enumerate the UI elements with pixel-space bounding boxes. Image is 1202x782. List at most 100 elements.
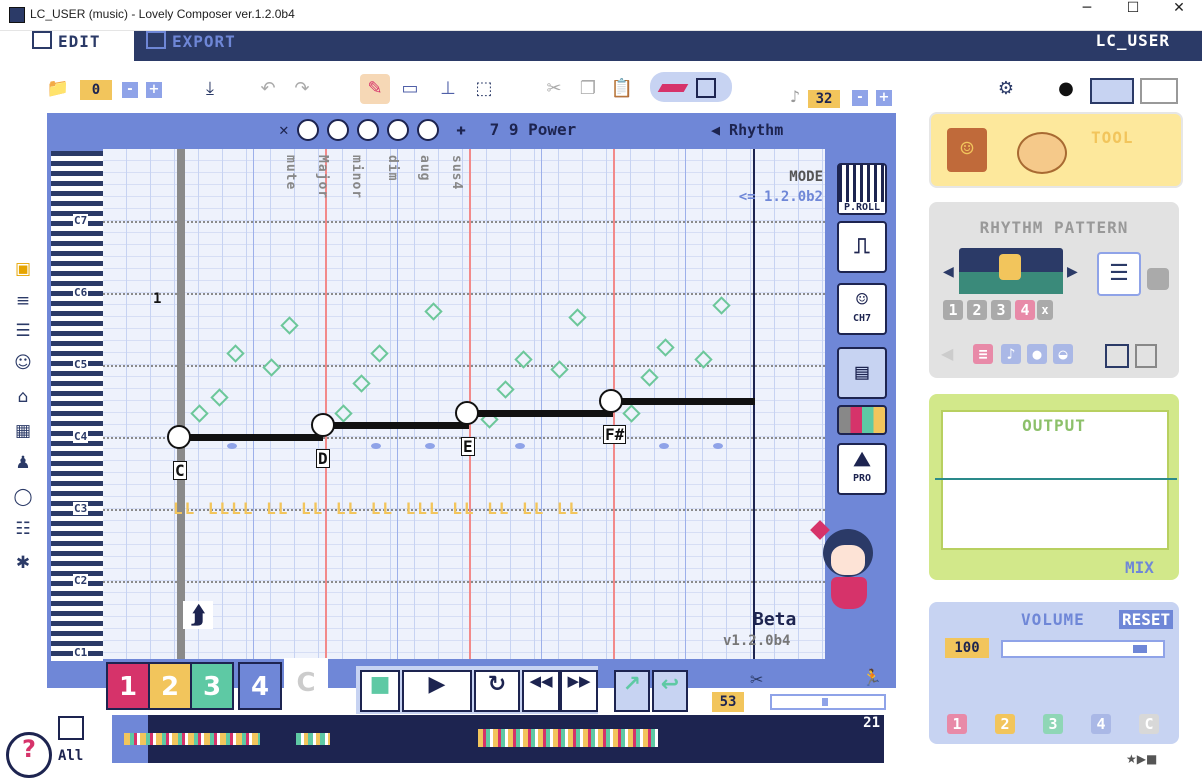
cut-icon[interactable]: ✂ — [542, 78, 566, 100]
pattern-number[interactable]: 2 — [967, 300, 987, 320]
note-bar[interactable] — [183, 434, 323, 441]
track-3-tab[interactable]: 3 — [190, 662, 234, 710]
color-button[interactable] — [837, 405, 887, 435]
sound-mode-4[interactable]: ◒ — [1053, 344, 1073, 364]
list-icon[interactable]: ≡ — [12, 290, 34, 312]
loop-button[interactable]: ↻ — [474, 670, 520, 712]
track-1-tab[interactable]: 1 — [106, 662, 150, 710]
loop-left-button[interactable]: ↗ — [614, 670, 650, 712]
channel-1[interactable]: 1 — [947, 714, 967, 734]
copy-icon[interactable]: ❐ — [576, 78, 600, 100]
volume-slider-thumb[interactable] — [1133, 645, 1147, 653]
note-add-button[interactable]: ⎍ — [837, 221, 887, 273]
list-bold-icon[interactable]: ☰ — [12, 320, 34, 342]
major-face-icon[interactable] — [296, 119, 319, 141]
loop-right-button[interactable]: ↩ — [652, 670, 688, 712]
song-minus-button[interactable]: - — [122, 82, 138, 98]
piano-roll-button[interactable]: P.ROLL — [837, 163, 887, 215]
pro-button[interactable]: ⛰ PRO — [837, 443, 887, 495]
settings-icon[interactable]: ⚙ — [994, 78, 1018, 100]
dim-face-icon[interactable] — [356, 119, 379, 141]
track-2-tab[interactable]: 2 — [148, 662, 192, 710]
fast-forward-button[interactable]: ▶▶ — [560, 670, 598, 712]
song-plus-button[interactable]: + — [146, 82, 162, 98]
note-bar[interactable] — [473, 410, 613, 417]
speaker-icon[interactable]: ◀ — [941, 344, 953, 363]
channel-2[interactable]: 2 — [995, 714, 1015, 734]
pattern-list-button[interactable]: ☰ — [1097, 252, 1141, 296]
pattern-delete-icon[interactable] — [1147, 268, 1169, 290]
undo-icon[interactable]: ↶ — [256, 78, 280, 100]
note-bar[interactable] — [617, 398, 755, 405]
channel-c[interactable]: C — [1139, 714, 1159, 734]
song-timeline[interactable]: 21 — [112, 715, 884, 763]
maximize-button[interactable]: ☐ — [1110, 0, 1156, 30]
tool-icon-2[interactable]: ▭ — [398, 78, 422, 100]
hat-icon[interactable]: ⌂ — [12, 386, 34, 408]
chord-face-icon[interactable] — [599, 389, 623, 413]
circle-icon[interactable]: ◯ — [12, 486, 34, 508]
folder-icon[interactable]: 📁 — [46, 78, 70, 100]
mute-x-icon[interactable]: ✕ — [279, 120, 289, 139]
star-list-icon[interactable]: ✱ — [12, 552, 34, 574]
numbered-list-icon[interactable]: ☷ — [12, 518, 34, 540]
book-face-icon[interactable]: ☺ — [947, 128, 987, 172]
chord-face-icon[interactable] — [455, 401, 479, 425]
bomb-icon[interactable]: ● — [1054, 78, 1078, 100]
download-icon[interactable]: ⤓ — [198, 78, 222, 100]
figure-icon[interactable]: ♟ — [12, 452, 34, 474]
tab-edit[interactable]: EDIT — [22, 31, 134, 61]
minimize-button[interactable]: ─ — [1064, 0, 1110, 30]
tool-icon-3[interactable]: ⊥ — [436, 78, 460, 100]
view-icon-1[interactable] — [1090, 78, 1134, 104]
prev-pattern-icon[interactable]: ◀ — [943, 264, 954, 280]
pencil-tool-button[interactable]: ✎ — [360, 74, 390, 104]
redo-icon[interactable]: ↷ — [290, 78, 314, 100]
sus-face-icon[interactable] — [416, 119, 439, 141]
rhythm-toggle[interactable]: ◀ Rhythm — [711, 121, 783, 139]
pattern-number[interactable]: 3 — [991, 300, 1011, 320]
note-bar[interactable] — [329, 422, 469, 429]
pattern-number[interactable]: 4 — [1015, 300, 1035, 320]
minor-face-icon[interactable] — [326, 119, 349, 141]
smile-icon[interactable]: ☺ — [12, 352, 34, 374]
paste-icon[interactable]: 📋 — [610, 78, 634, 100]
track-4-tab[interactable]: 4 — [238, 662, 282, 710]
length-minus-button[interactable]: - — [852, 90, 868, 106]
track-c-tab[interactable]: C — [284, 658, 328, 706]
mix-label[interactable]: MIX — [1125, 558, 1154, 577]
reset-button[interactable]: RESET — [1119, 610, 1174, 629]
sound-mode-3[interactable]: ● — [1027, 344, 1047, 364]
note-grid[interactable]: C7 C6 C5 C4 C3 C2 C1 mute Major minor di… — [73, 149, 825, 659]
help-button[interactable]: ? — [6, 732, 52, 778]
copy-pattern-button[interactable] — [1105, 344, 1129, 368]
next-pattern-icon[interactable]: ▶ — [1067, 264, 1078, 280]
close-button[interactable]: ✕ — [1156, 0, 1202, 30]
aug-face-icon[interactable] — [386, 119, 409, 141]
channel-4[interactable]: 4 — [1091, 714, 1111, 734]
lock-icon[interactable]: ▣ — [12, 258, 34, 280]
volume-slider[interactable] — [1001, 640, 1165, 658]
speed-slider-thumb[interactable] — [822, 698, 828, 706]
rewind-button[interactable]: ◀◀ — [522, 670, 560, 712]
chord-symbols[interactable]: 7 9 Power — [490, 120, 577, 139]
palette-icon[interactable] — [1017, 132, 1067, 174]
add-chord-icon[interactable]: ✚ — [456, 120, 466, 139]
chord-face-icon[interactable] — [311, 413, 335, 437]
chord-button[interactable]: ☺ CH7 — [837, 283, 887, 335]
copy-pattern-icon[interactable] — [58, 716, 84, 740]
pattern-clear[interactable]: x — [1037, 300, 1053, 320]
piano-icon[interactable]: ▦ — [12, 420, 34, 442]
all-label[interactable]: All — [58, 748, 83, 764]
pattern-number[interactable]: 1 — [943, 300, 963, 320]
speed-slider[interactable] — [770, 694, 886, 710]
stack-button[interactable]: ▤ — [837, 347, 887, 399]
tab-export[interactable]: EXPORT — [146, 31, 286, 61]
loop-start-icon[interactable]: ⮭ — [183, 601, 213, 629]
chord-face-icon[interactable] — [167, 425, 191, 449]
sound-mode-1[interactable]: ≡ — [973, 344, 993, 364]
select-icon[interactable]: ⬚ — [472, 78, 496, 100]
eraser-group[interactable] — [650, 72, 732, 102]
sound-mode-2[interactable]: ♪ — [1001, 344, 1021, 364]
view-icon-2[interactable] — [1140, 78, 1178, 104]
